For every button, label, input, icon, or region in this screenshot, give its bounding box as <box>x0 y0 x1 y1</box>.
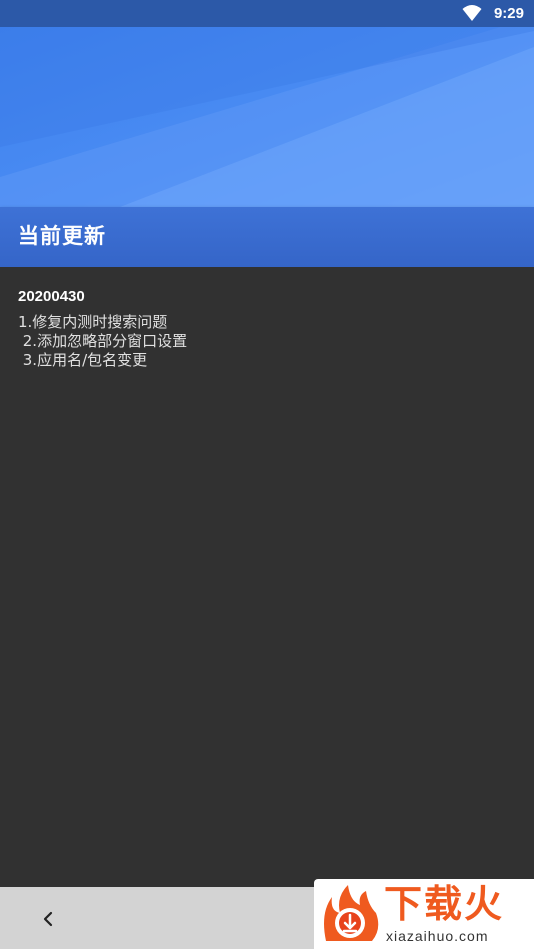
status-time: 9:29 <box>493 5 524 22</box>
update-content: 20200430 1.修复内测时搜索问题 2.添加忽略部分窗口设置 3.应用名/… <box>0 267 534 887</box>
wifi-icon <box>462 5 482 21</box>
header-banner: 当前更新 <box>0 27 534 267</box>
version-date: 20200430 <box>18 288 85 305</box>
status-bar: 9:29 <box>0 0 534 27</box>
flame-logo-icon <box>324 885 379 941</box>
watermark-url: xiazaihuo.com <box>386 928 489 944</box>
title-band: 当前更新 <box>0 207 534 267</box>
watermark-badge: 下载火 xiazaihuo.com <box>314 879 534 949</box>
page-title: 当前更新 <box>18 224 106 248</box>
chevron-left-icon <box>43 911 53 927</box>
back-button[interactable] <box>30 901 66 937</box>
update-notes: 1.修复内测时搜索问题 2.添加忽略部分窗口设置 3.应用名/包名变更 <box>18 313 188 369</box>
watermark-brand: 下载火 <box>384 882 505 926</box>
